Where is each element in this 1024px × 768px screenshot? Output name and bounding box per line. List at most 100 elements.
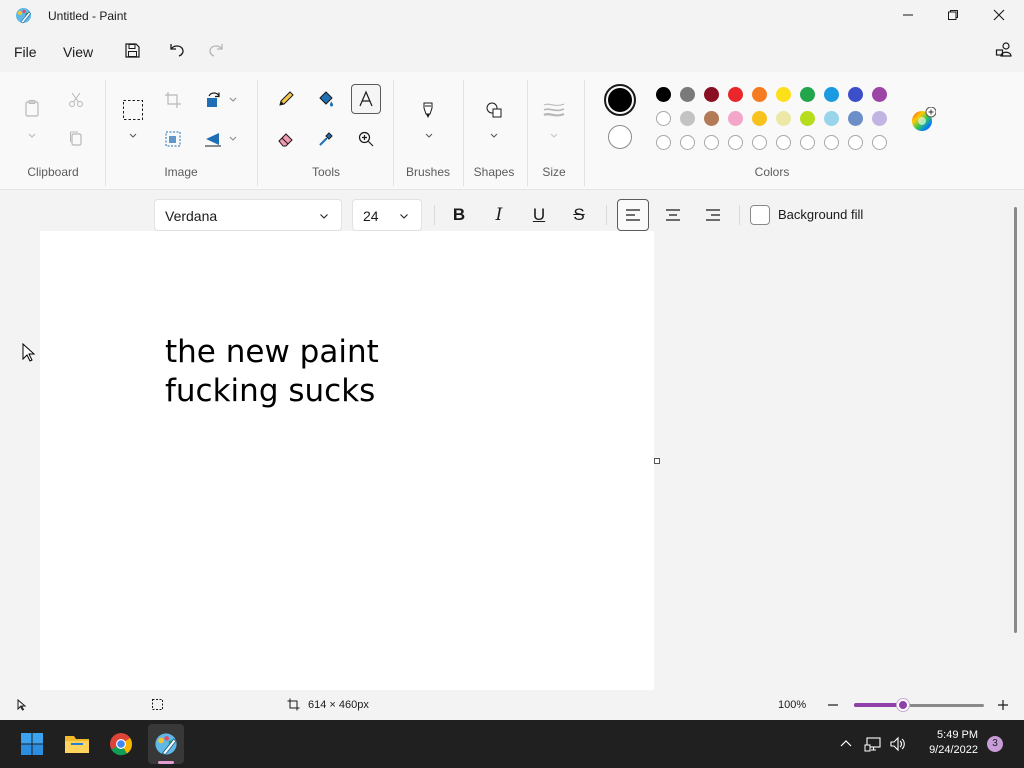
canvas-text[interactable]: the new paint fucking sucks [165,333,379,411]
custom-color-slot[interactable] [752,135,767,150]
menu-file[interactable]: File [14,44,37,60]
color-swatch[interactable] [728,87,743,102]
group-label-tools: Tools [311,165,340,179]
color-swatch[interactable] [872,87,887,102]
custom-color-slot[interactable] [728,135,743,150]
rotate-button[interactable] [199,86,227,114]
custom-color-slot[interactable] [680,135,695,150]
italic-button[interactable]: I [483,199,515,231]
paste-button[interactable] [18,94,46,122]
copy-button[interactable] [62,125,90,153]
shapes-button[interactable] [480,96,508,124]
menu-view[interactable]: View [63,44,93,60]
bold-button[interactable]: B [443,199,475,231]
chevron-down-icon [400,214,408,219]
eraser-icon [278,133,293,147]
color-swatch[interactable] [752,111,767,126]
chrome-button[interactable] [107,730,135,758]
redo-button[interactable] [204,38,228,62]
custom-color-slot[interactable] [656,135,671,150]
crop-button[interactable] [159,86,187,114]
paint-taskbar-button[interactable] [152,730,180,758]
taskbar-clock[interactable]: 5:49 PM 9/24/2022 [916,728,978,758]
font-size-select[interactable]: 24 [352,199,422,231]
volume-icon[interactable] [889,735,907,753]
shapes-chevron-icon [490,133,498,138]
color-swatch[interactable] [848,87,863,102]
zoom-in-icon[interactable] [996,698,1010,712]
custom-color-slot[interactable] [704,135,719,150]
color-swatch[interactable] [704,87,719,102]
color-swatch[interactable] [824,111,839,126]
custom-color-slot[interactable] [848,135,863,150]
color-swatch[interactable] [656,111,671,126]
custom-color-slot[interactable] [800,135,815,150]
paste-icon [25,100,39,117]
copy-icon [70,131,82,146]
chevron-up-icon[interactable] [839,738,853,750]
menu-bar: File View [0,34,1024,70]
network-icon[interactable] [864,735,882,753]
select-button[interactable] [119,96,147,124]
fill-button[interactable] [312,85,340,113]
close-button[interactable] [976,0,1022,30]
background-fill-label[interactable]: Background fill [778,207,863,222]
brushes-chevron-icon [425,133,433,138]
color-swatch[interactable] [800,87,815,102]
canvas-resize-handle[interactable] [654,458,660,464]
minimize-button[interactable] [885,0,931,30]
undo-button[interactable] [165,38,189,62]
maximize-button[interactable] [930,0,976,30]
line-weight-icon [543,103,565,117]
eraser-button[interactable] [272,125,300,153]
vertical-scrollbar[interactable] [1014,207,1017,633]
primary-color-button[interactable] [604,84,636,116]
resize-button[interactable] [159,125,187,153]
font-family-select[interactable]: Verdana [154,199,342,231]
color-picker-button[interactable] [312,125,340,153]
color-swatch[interactable] [872,111,887,126]
group-label-colors: Colors [754,165,790,179]
toolbar-divider [739,205,740,225]
color-swatch[interactable] [656,87,671,102]
text-button[interactable] [351,84,381,114]
color-swatch[interactable] [680,111,695,126]
brushes-button[interactable] [414,96,442,124]
color-swatch[interactable] [776,87,791,102]
color-swatch[interactable] [704,111,719,126]
color-swatch[interactable] [800,111,815,126]
account-button[interactable] [992,38,1016,62]
account-icon [995,42,1012,57]
align-left-button[interactable] [617,199,649,231]
strikethrough-button[interactable]: S [563,199,595,231]
shapes-icon [486,102,502,118]
align-right-button[interactable] [697,199,729,231]
redo-icon [209,44,223,57]
magnifier-button[interactable] [352,125,380,153]
background-fill-checkbox[interactable] [750,205,770,225]
color-swatch[interactable] [728,111,743,126]
cut-button[interactable] [62,86,90,114]
align-center-icon [666,209,680,221]
custom-color-slot[interactable] [872,135,887,150]
color-swatch[interactable] [776,111,791,126]
align-center-button[interactable] [657,199,689,231]
edit-colors-icon[interactable] [910,107,936,133]
pencil-button[interactable] [272,85,300,113]
color-swatch[interactable] [752,87,767,102]
secondary-color-button[interactable] [608,125,632,149]
save-button[interactable] [120,38,144,62]
drawing-canvas[interactable] [40,231,654,690]
custom-color-slot[interactable] [776,135,791,150]
file-explorer-button[interactable] [63,730,91,758]
color-swatch[interactable] [848,111,863,126]
color-swatch[interactable] [824,87,839,102]
start-button[interactable] [18,730,46,758]
color-swatch[interactable] [680,87,695,102]
notification-badge[interactable]: 3 [987,736,1003,752]
size-button[interactable] [540,96,568,124]
zoom-out-icon[interactable] [826,698,840,712]
underline-button[interactable]: U [523,199,555,231]
flip-button[interactable] [199,125,227,153]
custom-color-slot[interactable] [824,135,839,150]
